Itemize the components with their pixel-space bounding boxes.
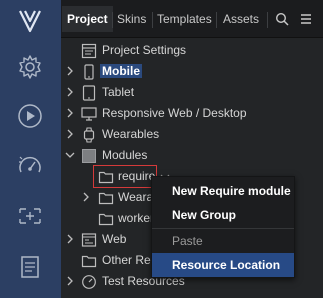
tab-project[interactable]: Project [62,6,113,32]
menu-item-new-group[interactable]: New Group [152,203,294,227]
menu-item-paste[interactable]: Paste [152,229,294,253]
tree-item-mobile[interactable]: Mobile [61,61,323,82]
panel-tabs: Project Skins Templates Assets [61,0,323,38]
tree-item-label: Responsive Web / Desktop [102,106,247,120]
tree-item-label: worker [118,211,155,225]
context-menu: New Require module New Group Paste Resou… [151,176,295,278]
document-icon[interactable] [15,252,45,282]
chevron-right-icon[interactable] [65,129,75,139]
tab-assets[interactable]: Assets [218,8,264,30]
tree-item-label: Weara [118,190,154,204]
tree-item-label: Other Res [102,253,157,267]
tree-item-tablet[interactable]: Tablet [61,82,323,103]
chevron-right-icon[interactable] [65,66,75,76]
preview-play-icon[interactable] [15,101,45,131]
test-gauge-icon [82,275,96,289]
tree-item-label: Project Settings [102,43,187,57]
tree-item-wearables[interactable]: Wearables [61,124,323,145]
smartwatch-icon [83,127,95,143]
highlight-box [93,165,157,188]
desktop-monitor-icon [81,107,97,121]
tab-divider [267,12,268,28]
settings-panel-icon [81,43,97,59]
app-logo-icon [15,6,45,36]
search-icon[interactable] [272,9,292,29]
layout-icon[interactable] [15,201,45,231]
menu-item-resource-location[interactable]: Resource Location [152,253,294,277]
folder-icon [81,255,97,268]
tree-item-label: Web [102,232,127,246]
chevron-right-icon[interactable] [65,108,75,118]
tab-skins[interactable]: Skins [112,8,151,30]
activity-bar [0,0,61,298]
chevron-right-icon[interactable] [65,87,75,97]
chevron-right-icon[interactable] [81,192,91,202]
settings-gear-icon[interactable] [15,52,45,82]
tree-item-modules[interactable]: Modules [61,145,323,166]
tab-divider [216,12,217,28]
tab-templates[interactable]: Templates [152,8,217,30]
chevron-down-icon[interactable] [65,150,75,160]
mobile-phone-icon [84,64,94,80]
tablet-icon [82,85,96,101]
tree-item-label: Modules [102,148,148,162]
tree-item-label: Tablet [102,85,135,99]
tree-item-label: Mobile [100,64,142,78]
web-page-icon [81,233,97,247]
modules-box-icon [82,149,96,163]
menu-icon[interactable] [296,9,316,29]
performance-gauge-icon[interactable] [15,152,45,182]
tree-item-label: Wearables [102,127,160,141]
chevron-right-icon[interactable] [65,234,75,244]
chevron-right-icon[interactable] [65,276,75,286]
tree-item-responsive-web[interactable]: Responsive Web / Desktop [61,103,323,124]
folder-icon [98,213,114,226]
menu-item-new-require-module[interactable]: New Require module [152,179,294,203]
tree-item-project-settings[interactable]: Project Settings [61,40,323,61]
folder-icon [98,192,114,205]
